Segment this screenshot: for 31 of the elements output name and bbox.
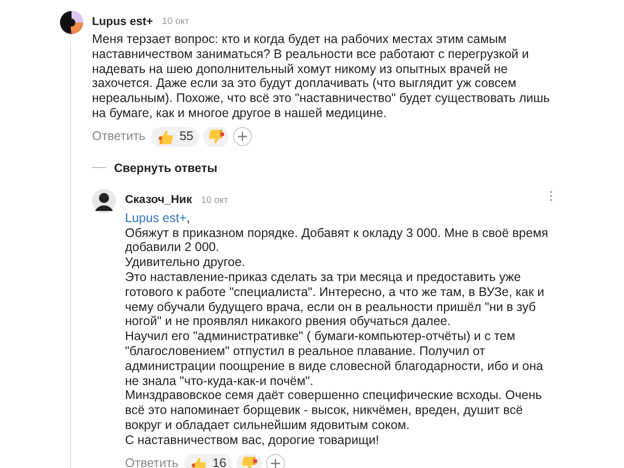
dislike-button[interactable] [236, 454, 262, 468]
reply-link[interactable]: Ответить [92, 127, 146, 146]
reply-text: Удивительно другое. [125, 255, 246, 270]
reply-text: Обяжут в приказном порядке. Добавят к окладу 3 000. Мне в своё время добавили 2 000. [125, 226, 550, 256]
thumbs-down-icon [207, 128, 226, 146]
thumbs-down-icon [240, 454, 258, 468]
plus-icon [271, 459, 280, 468]
comment-text: Меня терзает вопрос: кто и когда будет на рабочих местах этим самым наставничеством заниматься? В реальности все работают с перегрузкой и надевать на шею дополнительный хомут никому из опытных врачей не захочется. Даже если за это будут доплачивать (что выглядит уж совсем нереальным). Похоже, что всё это "наставничество" будет существовать лишь на бумаге, как и многое другое в нашей медицине. [92, 32, 551, 121]
add-reaction-button[interactable] [233, 127, 252, 146]
reply-link[interactable]: Ответить [125, 454, 178, 468]
reply-text: Минздравовское семя даёт совершенно специфические всходы. Очень всё это напоминает борщевик - высок, никчёмен, вреден, душит всё вокруг и обладает сильнейшим ядовитым соком. [125, 388, 543, 433]
add-reaction-button[interactable] [266, 454, 286, 468]
mention-line: Lupus est+, [125, 210, 191, 226]
reply-text: С наставничеством вас, дорогие товарищи! [125, 432, 380, 448]
thumbs-up-icon [157, 128, 176, 146]
mention-link[interactable]: Lupus est+ [125, 210, 187, 225]
collapse-replies-button[interactable]: Свернуть ответы [114, 158, 218, 177]
avatar-icon [92, 188, 116, 213]
comment-date: 10 окт [200, 194, 228, 208]
like-button[interactable]: 55 [151, 126, 200, 147]
author-name[interactable]: Lupus est+ [92, 14, 154, 32]
avatar-icon [60, 11, 83, 34]
dislike-button[interactable] [203, 126, 230, 147]
like-count: 55 [179, 128, 194, 146]
comment-date: 10 окт [162, 15, 190, 30]
like-count: 16 [212, 455, 226, 468]
author-name[interactable]: Сказоч_Ник [125, 192, 192, 210]
reply-text: Это наставление-приказ сделать за три месяца и предоставить уже готового к работе "специалиста". Интересно, а что же там, в ВУЗе, как и чему обучали будущего врача, если он в реальности пришёл "ни в зуб ногой" и не проявлял никакого рвения обучаться далее. [125, 270, 546, 330]
reply-text: Научил его "административке" ( бумаги-компьютер-отчёты) и с тем "благословением" отпустил в реальное плавание. Получил от администрации поощрение в виде словесной благодарности, ибо и она не знала "что-куда-как-и почём". [125, 329, 544, 388]
like-button[interactable]: 16 [184, 454, 232, 468]
plus-icon [238, 132, 248, 142]
